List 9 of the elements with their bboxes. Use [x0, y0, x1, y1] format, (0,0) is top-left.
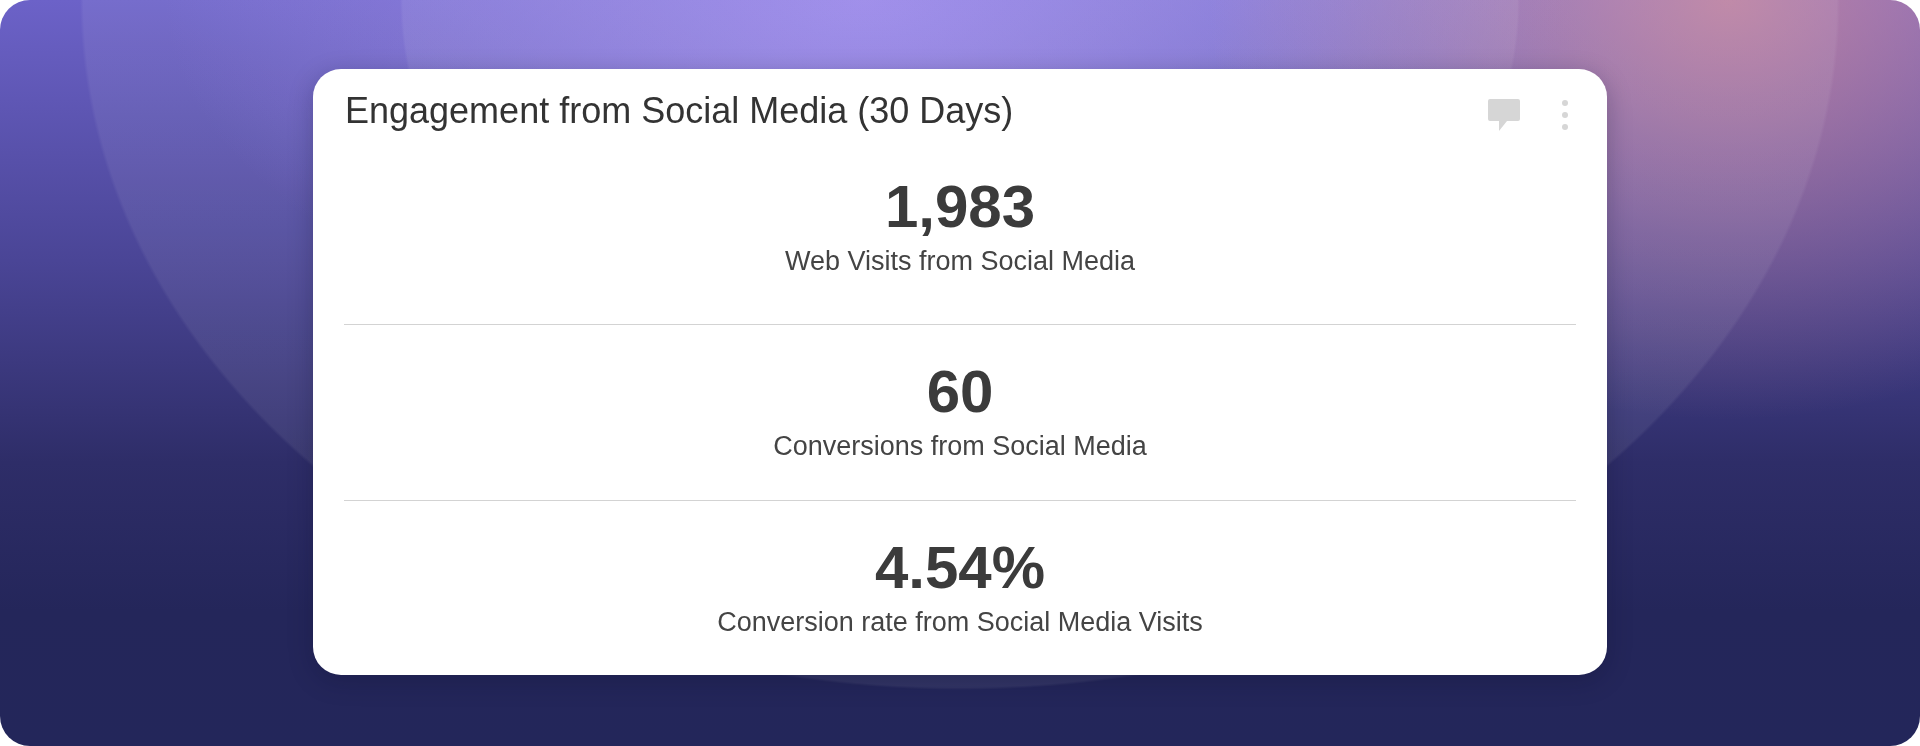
- more-options-icon[interactable]: [1562, 100, 1568, 130]
- card-title: Engagement from Social Media (30 Days): [345, 89, 1014, 133]
- metric-label: Conversion rate from Social Media Visits: [717, 606, 1203, 638]
- comment-icon[interactable]: [1488, 99, 1520, 131]
- metric-value: 1,983: [884, 177, 1036, 237]
- metric-label: Conversions from Social Media: [773, 430, 1147, 462]
- metric-value: 60: [926, 362, 994, 422]
- metric-label: Web Visits from Social Media: [784, 245, 1136, 277]
- metric-value: 4.54%: [874, 538, 1046, 598]
